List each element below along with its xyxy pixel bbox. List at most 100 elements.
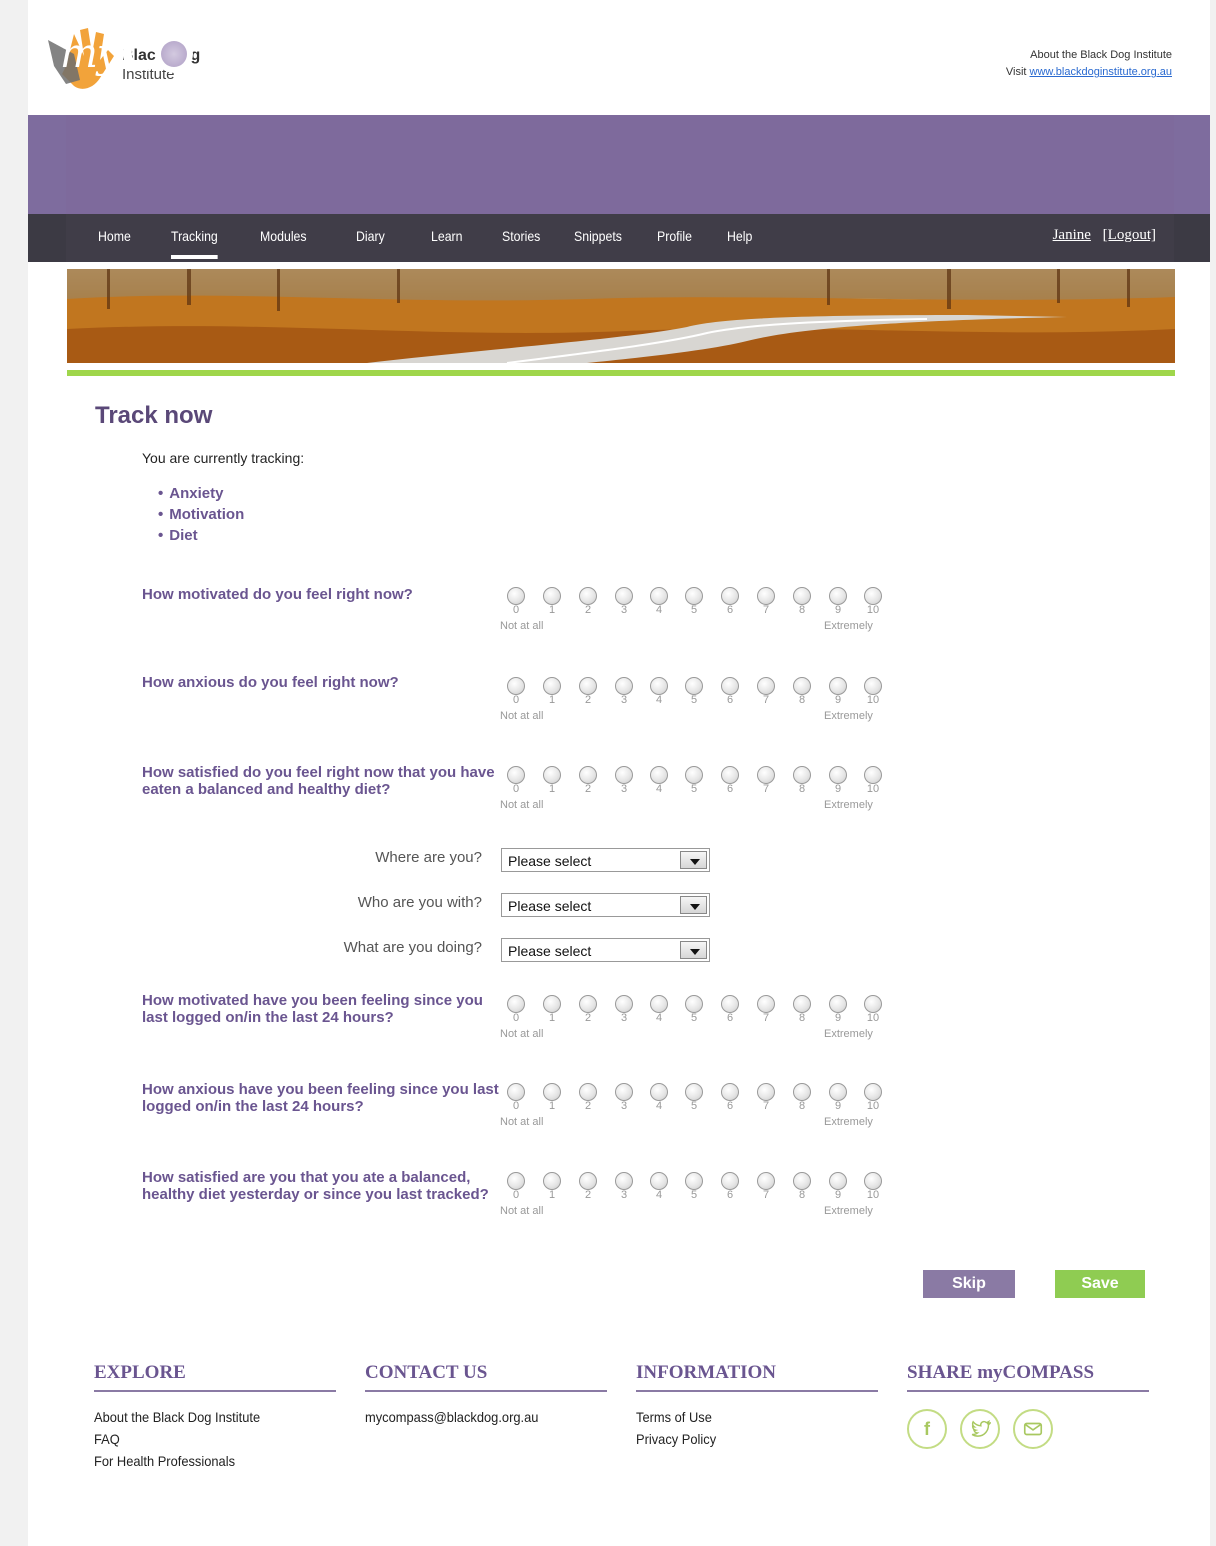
where-select[interactable]: Please select	[501, 848, 710, 872]
scale-high-label: Extremely	[824, 1116, 873, 1128]
nav-snippets[interactable]: Snippets	[574, 228, 622, 244]
nav-modules[interactable]: Modules	[260, 228, 307, 244]
footer-link-faq[interactable]: FAQ	[94, 1428, 317, 1450]
rating-radio-1[interactable]	[543, 587, 561, 605]
rating-radio-3[interactable]	[615, 766, 633, 784]
nav-tracking[interactable]: Tracking	[171, 228, 218, 259]
rating-radio-7[interactable]	[757, 995, 775, 1013]
rating-radio-5[interactable]	[685, 995, 703, 1013]
scale-high-label: Extremely	[824, 799, 873, 811]
rating-radio-6[interactable]	[721, 995, 739, 1013]
rating-radio-1[interactable]	[543, 995, 561, 1013]
rating-radio-4[interactable]	[650, 1083, 668, 1101]
question-diet-now: How satisfied do you feel right now that…	[142, 764, 495, 798]
nav-learn[interactable]: Learn	[431, 228, 463, 244]
rating-radio-2[interactable]	[579, 1172, 597, 1190]
rating-radio-7[interactable]	[757, 1172, 775, 1190]
rating-radio-3[interactable]	[615, 1172, 633, 1190]
rating-radio-7[interactable]	[757, 766, 775, 784]
nav-stories[interactable]: Stories	[502, 228, 540, 244]
rating-radio-0[interactable]	[507, 677, 525, 695]
rating-radio-7[interactable]	[757, 677, 775, 695]
dropdown-arrow-icon[interactable]	[680, 896, 707, 914]
rating-radio-5[interactable]	[685, 587, 703, 605]
rating-radio-8[interactable]	[793, 1083, 811, 1101]
email-icon[interactable]	[1013, 1409, 1053, 1449]
rating-radio-5[interactable]	[685, 766, 703, 784]
rating-radio-2[interactable]	[579, 766, 597, 784]
rating-radio-4[interactable]	[650, 766, 668, 784]
rating-radio-0[interactable]	[507, 1172, 525, 1190]
nav-diary[interactable]: Diary	[356, 228, 385, 244]
rating-radio-0[interactable]	[507, 587, 525, 605]
rating-radio-4[interactable]	[650, 1172, 668, 1190]
mycompass-logo[interactable]: my C MPASS	[60, 24, 366, 84]
rating-radio-1[interactable]	[543, 1172, 561, 1190]
rating-radio-6[interactable]	[721, 766, 739, 784]
rating-radio-0[interactable]	[507, 995, 525, 1013]
rating-radio-10[interactable]	[864, 1172, 882, 1190]
footer-link-terms[interactable]: Terms of Use	[636, 1406, 859, 1428]
save-button[interactable]: Save	[1055, 1270, 1145, 1298]
logout-link[interactable]: [Logout]	[1103, 227, 1156, 243]
rating-radio-10[interactable]	[864, 766, 882, 784]
rating-radio-1[interactable]	[543, 1083, 561, 1101]
about-text[interactable]: About the Black Dog Institute	[1006, 47, 1172, 64]
rating-radio-2[interactable]	[579, 587, 597, 605]
rating-radio-6[interactable]	[721, 1083, 739, 1101]
rating-radio-5[interactable]	[685, 677, 703, 695]
rating-radio-10[interactable]	[864, 677, 882, 695]
nav-profile[interactable]: Profile	[657, 228, 692, 244]
rating-radio-6[interactable]	[721, 677, 739, 695]
user-name-link[interactable]: Janine	[1053, 227, 1091, 243]
rating-radio-0[interactable]	[507, 1083, 525, 1101]
dropdown-arrow-icon[interactable]	[680, 851, 707, 869]
rating-radio-7[interactable]	[757, 1083, 775, 1101]
rating-radio-9[interactable]	[829, 1172, 847, 1190]
rating-radio-4[interactable]	[650, 587, 668, 605]
rating-radio-9[interactable]	[829, 1083, 847, 1101]
visit-link[interactable]: www.blackdoginstitute.org.au	[1030, 66, 1172, 78]
footer-link-about[interactable]: About the Black Dog Institute	[94, 1406, 317, 1428]
dropdown-arrow-icon[interactable]	[680, 941, 707, 959]
who-select[interactable]: Please select	[501, 893, 710, 917]
doing-select[interactable]: Please select	[501, 938, 710, 962]
footer-link-email[interactable]: mycompass@blackdog.org.au	[365, 1406, 588, 1428]
rating-radio-9[interactable]	[829, 587, 847, 605]
rating-radio-2[interactable]	[579, 677, 597, 695]
rating-radio-9[interactable]	[829, 766, 847, 784]
rating-radio-2[interactable]	[579, 1083, 597, 1101]
rating-radio-3[interactable]	[615, 1083, 633, 1101]
rating-radio-9[interactable]	[829, 995, 847, 1013]
rating-radio-8[interactable]	[793, 1172, 811, 1190]
rating-radio-5[interactable]	[685, 1172, 703, 1190]
rating-radio-8[interactable]	[793, 995, 811, 1013]
nav-home[interactable]: Home	[98, 228, 131, 244]
rating-radio-8[interactable]	[793, 766, 811, 784]
rating-radio-1[interactable]	[543, 766, 561, 784]
rating-radio-8[interactable]	[793, 587, 811, 605]
rating-radio-6[interactable]	[721, 1172, 739, 1190]
twitter-icon[interactable]	[960, 1409, 1000, 1449]
nav-help[interactable]: Help	[727, 228, 752, 244]
rating-radio-4[interactable]	[650, 995, 668, 1013]
rating-radio-8[interactable]	[793, 677, 811, 695]
footer-link-health-professionals[interactable]: For Health Professionals	[94, 1450, 317, 1472]
rating-radio-1[interactable]	[543, 677, 561, 695]
rating-radio-3[interactable]	[615, 995, 633, 1013]
rating-radio-10[interactable]	[864, 995, 882, 1013]
rating-radio-5[interactable]	[685, 1083, 703, 1101]
rating-radio-10[interactable]	[864, 587, 882, 605]
rating-radio-0[interactable]	[507, 766, 525, 784]
rating-radio-4[interactable]	[650, 677, 668, 695]
rating-radio-6[interactable]	[721, 587, 739, 605]
rating-radio-10[interactable]	[864, 1083, 882, 1101]
rating-radio-9[interactable]	[829, 677, 847, 695]
footer-link-privacy[interactable]: Privacy Policy	[636, 1428, 859, 1450]
rating-radio-3[interactable]	[615, 587, 633, 605]
rating-radio-7[interactable]	[757, 587, 775, 605]
rating-radio-3[interactable]	[615, 677, 633, 695]
skip-button[interactable]: Skip	[923, 1270, 1015, 1298]
rating-radio-2[interactable]	[579, 995, 597, 1013]
facebook-icon[interactable]: f	[907, 1409, 947, 1449]
